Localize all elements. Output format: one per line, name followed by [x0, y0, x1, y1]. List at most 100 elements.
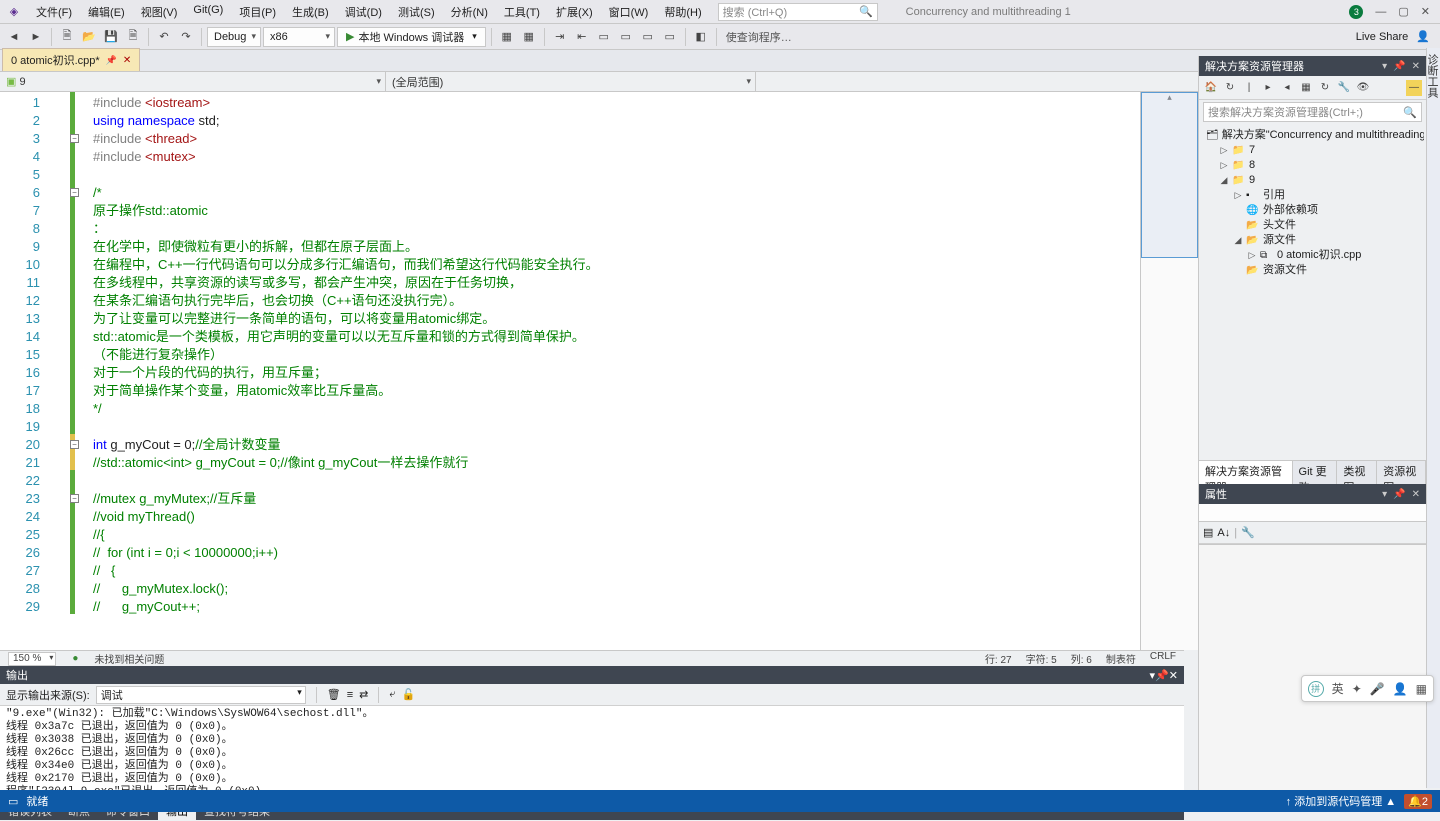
- ime-toolbar[interactable]: 拼 英 ✦ 🎤 👤 ▦: [1301, 675, 1434, 702]
- mic-icon[interactable]: 🎤: [1370, 682, 1385, 696]
- menu-item[interactable]: Git(G): [185, 0, 231, 24]
- comment-icon[interactable]: ▭: [638, 27, 658, 47]
- tree-node[interactable]: ▷▪引用: [1201, 188, 1424, 203]
- show-all-icon[interactable]: ▦: [1298, 80, 1314, 96]
- tree-node[interactable]: 🌐外部依赖项: [1201, 203, 1424, 218]
- toolbar-icon[interactable]: ▦: [497, 27, 517, 47]
- pin-icon[interactable]: 📌: [1155, 670, 1169, 682]
- nav-fwd-icon[interactable]: ►: [26, 27, 46, 47]
- solution-platform-combo[interactable]: x86: [263, 27, 335, 47]
- expand-icon[interactable]: ▸: [1260, 80, 1276, 96]
- tree-node[interactable]: 📂资源文件: [1201, 263, 1424, 278]
- comment-icon[interactable]: ▭: [660, 27, 680, 47]
- tab-close-icon[interactable]: ✕: [123, 55, 131, 66]
- minimize-icon[interactable]: —: [1375, 6, 1386, 18]
- close-icon[interactable]: ✕: [1169, 670, 1178, 682]
- code-surface[interactable]: #include <iostream>using namespace std;#…: [75, 92, 1140, 650]
- wrap-icon[interactable]: ⤶: [389, 688, 395, 701]
- code-editor[interactable]: 1234567891011121314151617181920212223242…: [0, 92, 1198, 650]
- source-control-button[interactable]: ↑ 添加到源代码管理 ▲: [1286, 793, 1397, 809]
- minimap[interactable]: ▴: [1140, 92, 1198, 650]
- step-icon[interactable]: ⇤: [572, 27, 592, 47]
- ime-icon[interactable]: 👤: [1393, 682, 1408, 696]
- live-share-button[interactable]: Live Share: [1356, 31, 1409, 43]
- solution-config-combo[interactable]: Debug: [207, 27, 261, 47]
- close-icon[interactable]: ✕: [1421, 5, 1430, 18]
- categorize-icon[interactable]: ▤: [1203, 526, 1213, 539]
- options-icon[interactable]: ▾: [1382, 61, 1387, 72]
- ime-lang[interactable]: 英: [1332, 680, 1344, 697]
- zoom-combo[interactable]: 150 %: [8, 652, 56, 666]
- menu-item[interactable]: 帮助(H): [656, 0, 709, 24]
- quick-search[interactable]: 搜索 (Ctrl+Q) 🔍: [718, 3, 878, 21]
- home-icon[interactable]: 🏠: [1203, 80, 1219, 96]
- pin-icon[interactable]: 📌: [1393, 489, 1405, 500]
- menu-item[interactable]: 工具(T): [496, 0, 548, 24]
- bookmark-icon[interactable]: ◧: [691, 27, 711, 47]
- maximize-icon[interactable]: ▢: [1398, 5, 1408, 18]
- grid-icon[interactable]: ▦: [1416, 682, 1427, 696]
- menu-item[interactable]: 窗口(W): [601, 0, 657, 24]
- pin-icon[interactable]: 📌: [106, 55, 117, 66]
- account-icon[interactable]: 👤: [1416, 30, 1430, 43]
- toggle-icon[interactable]: ⇄: [359, 688, 368, 701]
- toggle-icon[interactable]: —: [1406, 80, 1422, 96]
- output-text[interactable]: "9.exe"(Win32): 已加载"C:\Windows\SysWOW64\…: [0, 706, 1184, 802]
- menu-item[interactable]: 扩展(X): [548, 0, 601, 24]
- tree-node[interactable]: ◢📁9: [1201, 173, 1424, 188]
- properties-combo[interactable]: [1199, 504, 1426, 522]
- properties-icon[interactable]: 🔧: [1336, 80, 1352, 96]
- close-icon[interactable]: ✕: [1412, 489, 1420, 500]
- new-project-icon[interactable]: 🗎: [57, 27, 77, 47]
- menu-item[interactable]: 生成(B): [284, 0, 337, 24]
- menu-item[interactable]: 编辑(E): [80, 0, 133, 24]
- solution-tree[interactable]: 🗂解决方案"Concurrency and multithreading 1"(…: [1199, 124, 1426, 460]
- tree-node[interactable]: ▷📁7: [1201, 143, 1424, 158]
- tree-node[interactable]: ▷⧉0 atomic初识.cpp: [1201, 248, 1424, 263]
- tree-node[interactable]: ▷📁8: [1201, 158, 1424, 173]
- menu-item[interactable]: 调试(D): [337, 0, 390, 24]
- start-debug-button[interactable]: ▶本地 Windows 调试器▾: [337, 27, 486, 47]
- close-icon[interactable]: ✕: [1412, 61, 1420, 72]
- tab-active[interactable]: 0 atomic初识.cpp* 📌 ✕: [2, 48, 140, 71]
- open-icon[interactable]: 📂: [79, 27, 99, 47]
- menu-item[interactable]: 视图(V): [133, 0, 186, 24]
- solution-search[interactable]: 搜索解决方案资源管理器(Ctrl+;) 🔍: [1203, 102, 1422, 122]
- fold-toggle[interactable]: −: [70, 188, 79, 197]
- notification-badge[interactable]: 3: [1349, 5, 1363, 19]
- fold-toggle[interactable]: −: [70, 494, 79, 503]
- undo-icon[interactable]: ↶: [154, 27, 174, 47]
- nav-scope[interactable]: (全局范围): [386, 72, 756, 91]
- menu-item[interactable]: 分析(N): [443, 0, 496, 24]
- indent-icon[interactable]: ▭: [616, 27, 636, 47]
- menu-item[interactable]: 测试(S): [390, 0, 443, 24]
- minimap-viewport[interactable]: [1141, 92, 1198, 258]
- collapse-icon[interactable]: ◂: [1279, 80, 1295, 96]
- indent-icon[interactable]: ▭: [594, 27, 614, 47]
- options-icon[interactable]: ▾: [1382, 489, 1387, 500]
- preview-icon[interactable]: 👁: [1355, 80, 1371, 96]
- ime-icon[interactable]: 拼: [1308, 681, 1324, 697]
- refresh-icon[interactable]: ↻: [1317, 80, 1333, 96]
- wrench-icon[interactable]: 🔧: [1241, 526, 1255, 539]
- output-source-combo[interactable]: 调试: [96, 686, 306, 704]
- save-all-icon[interactable]: 🗎: [123, 27, 143, 47]
- ime-icon[interactable]: ✦: [1352, 682, 1362, 696]
- notif-icon[interactable]: 🔔2: [1404, 794, 1432, 809]
- nav-project[interactable]: ▣ 9: [0, 72, 386, 91]
- pin-icon[interactable]: 🔓: [402, 688, 416, 701]
- tree-root[interactable]: 🗂解决方案"Concurrency and multithreading 1"(…: [1201, 128, 1424, 143]
- toggle-icon[interactable]: ≡: [347, 689, 353, 701]
- tree-node[interactable]: 📂头文件: [1201, 218, 1424, 233]
- sync-icon[interactable]: ↻: [1222, 80, 1238, 96]
- save-icon[interactable]: 💾: [101, 27, 121, 47]
- pin-icon[interactable]: 📌: [1393, 61, 1405, 72]
- fold-toggle[interactable]: −: [70, 134, 79, 143]
- fold-toggle[interactable]: −: [70, 440, 79, 449]
- menu-item[interactable]: 项目(P): [231, 0, 284, 24]
- alpha-sort-icon[interactable]: A↓: [1217, 527, 1230, 539]
- step-icon[interactable]: ⇥: [550, 27, 570, 47]
- toolbar-icon[interactable]: ▦: [519, 27, 539, 47]
- clear-icon[interactable]: 🗑: [327, 688, 341, 701]
- menu-item[interactable]: 文件(F): [28, 0, 80, 24]
